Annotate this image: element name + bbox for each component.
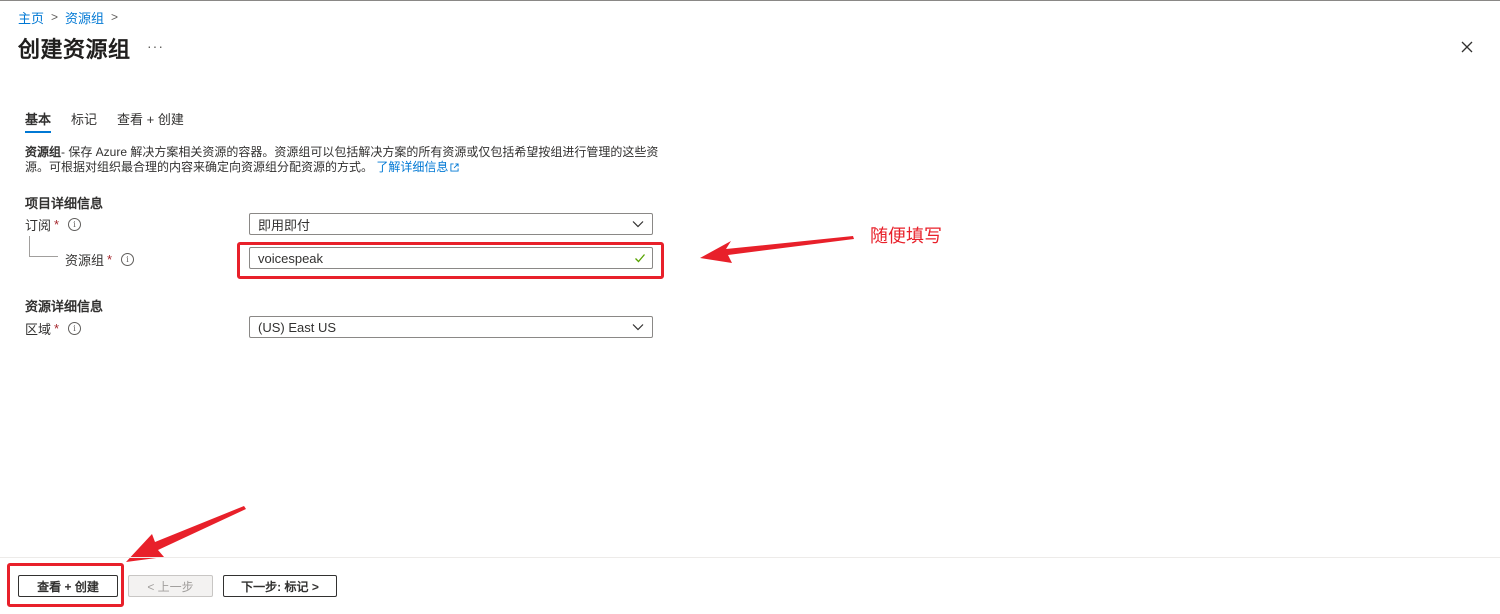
- learn-more-link[interactable]: 了解详细信息: [376, 160, 459, 174]
- subscription-value: 即用即付: [258, 217, 311, 233]
- description-text-2: 源。可根据对组织最合理的内容来确定向资源组分配资源的方式。: [25, 160, 374, 174]
- region-label-text: 区域: [25, 322, 52, 337]
- external-link-icon: [450, 163, 459, 172]
- chevron-down-icon: [632, 324, 644, 331]
- description-text-1: - 保存 Azure 解决方案相关资源的容器。资源组可以包括解决方案的所有资源或…: [61, 145, 659, 159]
- tree-connector: [29, 256, 58, 257]
- annotation-text: 随便填写: [870, 226, 942, 246]
- footer-divider: [0, 557, 1500, 558]
- chevron-right-icon: >: [111, 10, 119, 24]
- resource-details-title: 资源详细信息: [25, 299, 104, 314]
- region-select[interactable]: (US) East US: [249, 316, 653, 338]
- tab-review-create[interactable]: 查看 + 创建: [117, 109, 184, 133]
- subscription-select[interactable]: 即用即付: [249, 213, 653, 235]
- region-value: (US) East US: [258, 319, 337, 335]
- previous-button[interactable]: < 上一步: [128, 575, 213, 597]
- chevron-right-icon: >: [51, 10, 59, 24]
- top-border: [0, 0, 1500, 1]
- resource-group-label: 资源组 * i: [65, 250, 135, 269]
- next-button[interactable]: 下一步: 标记 >: [223, 575, 337, 597]
- resource-group-value: voicespeak: [258, 250, 324, 266]
- info-icon[interactable]: i: [68, 322, 82, 335]
- breadcrumb-home[interactable]: 主页: [18, 8, 44, 27]
- info-icon[interactable]: i: [121, 253, 135, 266]
- tab-tags[interactable]: 标记: [71, 109, 97, 133]
- page-title: 创建资源组: [18, 37, 131, 62]
- breadcrumb-resource-groups[interactable]: 资源组: [65, 8, 104, 27]
- checkmark-icon: [635, 254, 645, 263]
- breadcrumb: 主页 > 资源组 >: [18, 8, 125, 27]
- resource-group-input[interactable]: voicespeak: [249, 247, 653, 269]
- chevron-down-icon: [632, 221, 644, 228]
- required-marker: *: [54, 217, 60, 232]
- description: 资源组- 保存 Azure 解决方案相关资源的容器。资源组可以包括解决方案的所有…: [25, 145, 675, 175]
- tree-connector: [29, 236, 30, 257]
- tab-basics[interactable]: 基本: [25, 109, 52, 133]
- annotation-arrow-icon: [700, 236, 854, 263]
- project-details-title: 项目详细信息: [25, 196, 104, 211]
- region-label: 区域 * i: [25, 319, 82, 338]
- more-options-icon[interactable]: ···: [147, 38, 164, 54]
- subscription-label: 订阅 * i: [25, 215, 82, 234]
- subscription-label-text: 订阅: [25, 218, 52, 233]
- close-icon[interactable]: [1459, 39, 1475, 55]
- required-marker: *: [54, 321, 60, 336]
- required-marker: *: [107, 252, 113, 267]
- learn-more-label: 了解详细信息: [376, 160, 449, 174]
- tab-bar: 基本 标记 查看 + 创建: [25, 109, 204, 133]
- info-icon[interactable]: i: [68, 218, 82, 231]
- review-create-button[interactable]: 查看 + 创建: [18, 575, 118, 597]
- description-bold: 资源组: [25, 145, 62, 159]
- resource-group-label-text: 资源组: [65, 253, 105, 268]
